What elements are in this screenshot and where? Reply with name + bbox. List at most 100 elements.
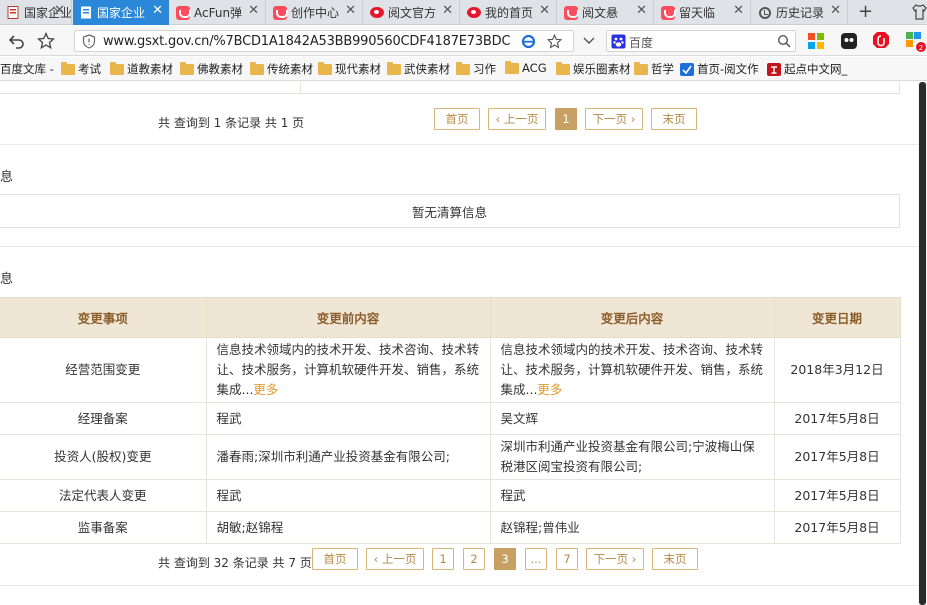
page-icon [79,6,93,20]
address-bar[interactable]: www.gsxt.gov.cn/%7BCD1A1842A53BB990560CD… [74,30,574,52]
tab-acfun[interactable]: AcFun弹 ✕ [170,0,266,25]
tab-yuewen-official[interactable]: 阅文官方 ✕ [364,0,460,25]
folder-icon [556,61,570,75]
close-icon[interactable]: ✕ [152,3,163,18]
table-row: 经理备案 程武 吴文辉 2017年5月8日 [0,402,901,435]
pager-last-button[interactable]: 末页 [652,548,698,570]
after-content: 吴文辉 [490,402,775,435]
after-content: 深圳市利通产业投资基金有限公司;宁波梅山保税港区阅宝投资有限公司; [490,434,775,480]
tab-yuewen-xuan[interactable]: 阅文悬 ✕ [558,0,654,25]
tab-history[interactable]: 历史记录 ✕ [752,0,848,25]
chevron-down-icon[interactable] [583,37,595,45]
close-icon[interactable]: ✕ [830,3,841,18]
before-content: 程武 [206,479,491,512]
bookmark-qidian[interactable]: 起点中文网_ [767,61,847,77]
bookmark-folder-daoist[interactable]: 道教素材 [110,61,173,77]
bookmark-folder-traditional[interactable]: 传统素材 [250,61,313,77]
section-title-fragment: 息 [0,170,14,185]
column-header: 变更前内容 [206,297,491,338]
section-divider [0,246,918,247]
before-content: 程武 [206,402,491,435]
close-icon[interactable]: ✕ [733,3,744,18]
tab-liutian[interactable]: 留天临 ✕ [655,0,751,25]
pager-ellipsis: ... [525,548,547,570]
pager-prev-button[interactable]: ‹ 上一页 [366,548,424,570]
new-tab-button[interactable]: + [858,2,873,22]
tab-gsxt-2[interactable]: 国家企业 ✕ [73,0,169,25]
pager-next-button[interactable]: 下一页 › [586,548,644,570]
change-records-table: 变更事项 变更前内容 变更后内容 变更日期 经营范围变更 信息技术领域内的技术开… [0,297,901,544]
apps-grid-icon[interactable] [808,33,824,49]
bookmark-folder-wuxia[interactable]: 武侠素材 [387,61,450,77]
close-icon[interactable]: ✕ [248,3,259,18]
change-item: 经理备案 [0,402,207,435]
close-icon[interactable]: ✕ [636,3,647,18]
section-title-fragment: 息 [0,272,14,287]
change-date: 2018年3月12日 [774,337,901,403]
more-link[interactable]: 更多 [537,382,562,397]
table-row: 法定代表人变更 程武 程武 2017年5月8日 [0,479,901,512]
previous-section-divider [300,82,301,94]
bookmark-folder-philosophy[interactable]: 哲学 [634,61,674,77]
pager-page-current[interactable]: 3 [494,548,516,570]
page-content: 共 查询到 1 条记录 共 1 页 首页 ‹ 上一页 1 下一页 › 末页 息 … [0,82,918,605]
close-icon[interactable]: ✕ [345,3,356,18]
puzzle-badge-icon[interactable]: 2 [905,31,927,53]
pager-next-button[interactable]: 下一页 › [585,108,643,130]
ie-compat-icon[interactable] [521,34,536,49]
folder-icon [110,61,124,75]
bookmark-folder-exam[interactable]: 考试 [61,61,101,77]
bookmark-baidu-wenku[interactable]: 百度文库 - [0,61,54,77]
folder-icon [387,61,401,75]
skin-icon[interactable] [912,4,927,20]
tab-my-home[interactable]: 我的首页 ✕ [461,0,557,25]
pager-last-button[interactable]: 末页 [651,108,697,130]
bookmark-folder-entertainment[interactable]: 娱乐圈素材 [556,61,631,77]
change-date: 2017年5月8日 [774,402,901,435]
change-item: 法定代表人变更 [0,479,207,512]
pager-page-7[interactable]: 7 [556,548,578,570]
folder-icon [318,61,332,75]
search-engine-label[interactable]: 百度 [629,34,653,51]
history-icon [758,6,772,20]
scrollbar-thumb[interactable] [919,82,926,605]
folder-icon [61,61,75,75]
bookmark-folder-buddhist[interactable]: 佛教素材 [180,61,243,77]
tab-creation-center[interactable]: 创作中心 ✕ [267,0,363,25]
bookmark-folder-modern[interactable]: 现代素材 [318,61,381,77]
bookmark-folder-acg[interactable]: ACG [505,60,547,75]
undo-icon[interactable] [8,32,26,50]
more-link[interactable]: 更多 [253,382,278,397]
folder-icon [634,61,648,75]
favorite-star-icon[interactable] [547,34,562,49]
search-box[interactable]: 百度 [606,30,796,52]
close-icon[interactable]: ✕ [54,3,65,18]
scrollbar[interactable] [918,82,927,605]
liquidation-empty-box: 暂无清算信息 [0,194,900,228]
pager-prev-button[interactable]: ‹ 上一页 [488,108,546,130]
star-icon[interactable] [37,32,55,50]
after-content: 程武 [490,479,775,512]
extension-icon[interactable] [840,32,858,50]
pager-first-button[interactable]: 首页 [434,108,480,130]
search-icon[interactable] [777,34,791,48]
close-icon[interactable]: ✕ [539,3,550,18]
close-icon[interactable]: ✕ [442,3,453,18]
checkmark-icon [680,62,694,76]
pager-first-button[interactable]: 首页 [312,548,358,570]
bookmark-yuewen-home[interactable]: 首页-阅文作 [680,61,759,77]
url-text[interactable]: www.gsxt.gov.cn/%7BCD1A1842A53BB990560CD… [103,34,511,49]
shield-icon [82,34,96,49]
tab-gsxt-1[interactable]: 国家企业 ✕ [0,0,72,25]
tab-strip: 国家企业 ✕ 国家企业 ✕ AcFun弹 ✕ 创作中心 ✕ 阅文官方 ✕ 我的首… [0,0,927,25]
pager-page-current[interactable]: 1 [555,108,577,130]
pager-page-1[interactable]: 1 [432,548,454,570]
qidian-icon [767,62,781,76]
section-divider [0,144,918,145]
folder-icon [505,60,519,74]
column-header: 变更事项 [0,297,207,338]
pager-page-2[interactable]: 2 [463,548,485,570]
adblock-icon[interactable] [872,31,890,51]
bookmark-folder-writing[interactable]: 习作 [456,61,496,77]
table-row: 投资人(股权)变更 潘春雨;深圳市利通产业投资基金有限公司; 深圳市利通产业投资… [0,434,901,480]
